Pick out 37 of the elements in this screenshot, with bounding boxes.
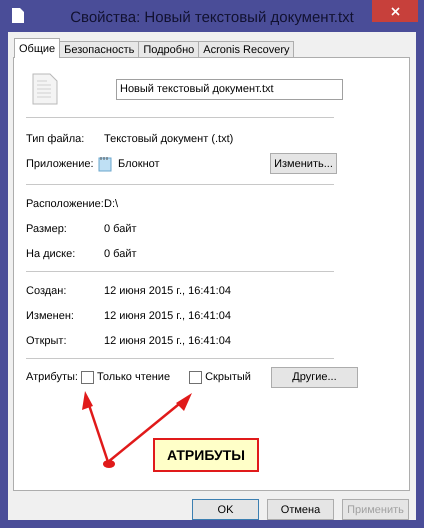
other-button[interactable]: Другие... — [270, 366, 358, 388]
document-icon — [32, 73, 58, 105]
document-icon — [12, 8, 24, 23]
file-name-field[interactable]: Новый текстовый документ.txt — [116, 78, 343, 100]
notepad-icon — [98, 156, 112, 172]
callout-label: АТРИБУТЫ — [153, 438, 259, 472]
field-value: Текстовый документ (.txt) — [104, 132, 234, 144]
field-label: Изменен: — [26, 310, 75, 322]
window-title: Свойства: Новый текстовый документ.txt — [70, 8, 354, 26]
field-label: Размер: — [26, 222, 68, 234]
checkbox[interactable] — [189, 370, 202, 384]
dialog-button[interactable]: OK — [192, 499, 259, 520]
field-value: 0 байт — [104, 248, 137, 260]
field-label: Тип файла: — [26, 132, 86, 144]
field-label: Приложение: — [26, 158, 95, 170]
tab[interactable]: Безопасность — [59, 41, 140, 58]
close-button[interactable] — [372, 0, 418, 22]
field-value: Блокнот — [118, 158, 160, 170]
field-label: Расположение: — [26, 198, 104, 210]
tab[interactable]: Общие — [14, 38, 60, 58]
field-label: На диске: — [26, 248, 76, 260]
change-button[interactable]: Изменить... — [270, 153, 337, 174]
checkbox-label: Скрытый — [205, 371, 251, 383]
checkbox[interactable] — [80, 370, 94, 384]
field-label: Открыт: — [26, 334, 68, 346]
tab[interactable]: Acronis Recovery — [198, 41, 294, 58]
tab[interactable]: Подробно — [138, 41, 200, 58]
field-value: 12 июня 2015 г., 16:41:04 — [104, 334, 231, 346]
field-value: 12 июня 2015 г., 16:41:04 — [104, 310, 231, 322]
dialog-button[interactable]: Отмена — [267, 499, 334, 520]
close-icon — [390, 6, 400, 16]
field-label: Атрибуты: — [26, 371, 78, 383]
field-value: D:\ — [104, 198, 118, 210]
field-value: 12 июня 2015 г., 16:41:04 — [104, 284, 231, 296]
field-label: Создан: — [26, 284, 68, 296]
checkbox-label: Только чтение — [96, 371, 170, 383]
field-value: 0 байт — [104, 222, 137, 234]
